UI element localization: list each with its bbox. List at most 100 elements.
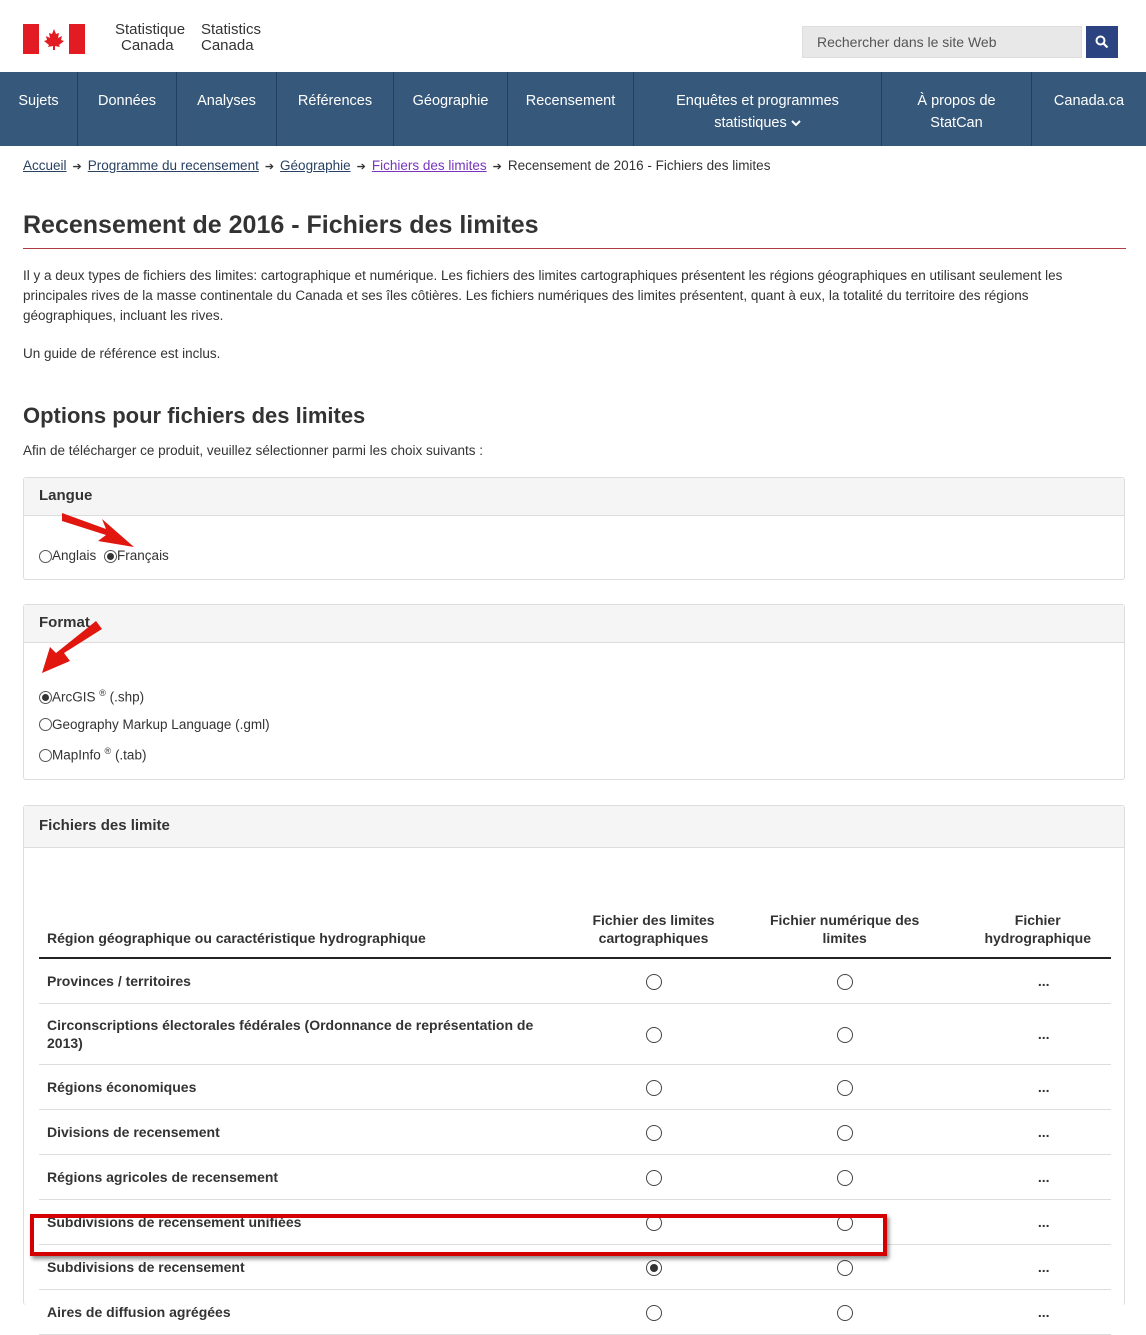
region-name: Divisions de recensement: [39, 1109, 563, 1155]
search-button[interactable]: [1086, 26, 1118, 58]
chevron-down-icon: [791, 120, 801, 127]
cell-carto: [562, 1003, 745, 1065]
nav-sublabel: statistiques: [714, 115, 787, 131]
region-name: Régions économiques: [39, 1064, 563, 1110]
flag-bar-left: [23, 24, 39, 54]
region-name: Circonscriptions électorales fédérales (…: [39, 1003, 563, 1065]
radio-carto-selected[interactable]: [645, 1259, 662, 1276]
radio-carto[interactable]: [645, 1169, 662, 1186]
table-row: Circonscriptions électorales fédérales (…: [39, 1003, 1111, 1065]
radio-button[interactable]: [39, 549, 52, 563]
format-extension: (.tab): [111, 747, 147, 762]
radio-numerique[interactable]: [836, 1026, 853, 1043]
hydro-unavailable: ...: [944, 1109, 1111, 1155]
nav-item-recensement[interactable]: Recensement: [508, 72, 634, 146]
canada-flag-logo[interactable]: [23, 24, 85, 54]
search-icon: [1095, 35, 1109, 49]
signature-en-line2: Canada: [201, 37, 254, 54]
nav-item-donnees[interactable]: Données: [78, 72, 177, 146]
nav-label: Géographie: [412, 93, 489, 109]
red-arrow-langue-icon: [62, 513, 134, 547]
nav-item-analyses[interactable]: Analyses: [177, 72, 277, 146]
hydro-unavailable: ...: [944, 1244, 1111, 1290]
main-menu: Sujets Données Analyses Références Géogr…: [0, 72, 1146, 146]
nav-item-a-propos[interactable]: À propos de StatCan: [882, 72, 1032, 146]
region-name: Régions agricoles de recensement: [39, 1154, 563, 1200]
nav-item-canada-ca[interactable]: Canada.ca: [1032, 72, 1146, 146]
table-row: Provinces / territoires...: [39, 958, 1111, 1004]
region-name: Aires de diffusion agrégées: [39, 1289, 563, 1335]
radio-numerique[interactable]: [836, 1124, 853, 1141]
nav-item-references[interactable]: Références: [277, 72, 394, 146]
nav-label: Analyses: [197, 93, 256, 109]
radio-numerique[interactable]: [836, 1304, 853, 1321]
table-row: Régions agricoles de recensement...: [39, 1154, 1111, 1200]
radio-label: ArcGIS: [52, 689, 96, 705]
radio-arcgis[interactable]: ArcGIS ® (.shp): [39, 680, 270, 711]
column-header-region: Région géographique ou caractéristique h…: [39, 910, 563, 959]
column-header-numerique: Fichier numérique des limites: [744, 910, 945, 959]
table-row: Régions économiques...: [39, 1064, 1111, 1110]
nav-label: Recensement: [525, 93, 616, 109]
cell-numerique: [744, 1064, 945, 1110]
format-options: ArcGIS ® (.shp) Geography Markup Languag…: [39, 680, 270, 768]
search-input[interactable]: Rechercher dans le site Web: [802, 26, 1082, 58]
breadcrumb-link-accueil[interactable]: Accueil: [23, 158, 67, 173]
arrow-right-icon: ➔: [492, 161, 502, 173]
highlight-box: [30, 1214, 887, 1256]
nav-label: Références: [297, 93, 373, 109]
breadcrumb-link-geographie[interactable]: Géographie: [280, 158, 351, 173]
cell-carto: [562, 1109, 745, 1155]
format-panel: Format ArcGIS ® (.shp) Geography Markup …: [23, 604, 1125, 780]
radio-numerique[interactable]: [836, 1259, 853, 1276]
signature-french[interactable]: Statistique Canada: [115, 22, 185, 54]
cell-carto: [562, 958, 745, 1004]
radio-button[interactable]: [39, 748, 52, 762]
nav-label: Sujets: [18, 93, 59, 109]
limits-table: Région géographique ou caractéristique h…: [39, 910, 1111, 1335]
cell-carto: [562, 1289, 745, 1335]
site-header: Statistique Canada Statistics Canada Rec…: [0, 0, 1146, 72]
radio-gml[interactable]: Geography Markup Language (.gml): [39, 711, 270, 738]
radio-numerique[interactable]: [836, 1169, 853, 1186]
radio-label: Geography Markup Language (.gml): [52, 716, 270, 732]
radio-numerique[interactable]: [836, 973, 853, 990]
radio-button-selected[interactable]: [39, 691, 52, 705]
cell-numerique: [744, 1109, 945, 1155]
radio-carto[interactable]: [645, 1124, 662, 1141]
fichiers-heading: Fichiers des limite: [24, 806, 1124, 848]
flag-bar-right: [69, 24, 85, 54]
cell-numerique: [744, 958, 945, 1004]
breadcrumb-link-fichiers[interactable]: Fichiers des limites: [372, 158, 487, 173]
nav-item-sujets[interactable]: Sujets: [0, 72, 78, 146]
nav-label: Canada.ca: [1053, 93, 1125, 109]
radio-carto[interactable]: [645, 1079, 662, 1096]
hydro-unavailable: ...: [944, 958, 1111, 1004]
radio-carto[interactable]: [645, 973, 662, 990]
hydro-unavailable: ...: [944, 1064, 1111, 1110]
column-header-hydro: Fichier hydrographique: [944, 910, 1111, 959]
radio-carto[interactable]: [645, 1304, 662, 1321]
signature-en-line1: Statistics: [201, 21, 262, 38]
signature-english[interactable]: Statistics Canada: [201, 22, 261, 54]
hydro-unavailable: ...: [944, 1003, 1111, 1065]
radio-numerique[interactable]: [836, 1079, 853, 1096]
radio-carto[interactable]: [645, 1026, 662, 1043]
red-arrow-format-icon: [42, 621, 102, 673]
table-row: Divisions de recensement...: [39, 1109, 1111, 1155]
nav-item-enquetes[interactable]: Enquêtes et programmes statistiques: [634, 72, 882, 146]
breadcrumb-link-programme[interactable]: Programme du recensement: [88, 158, 259, 173]
radio-mapinfo[interactable]: MapInfo ® (.tab): [39, 738, 270, 769]
maple-leaf-icon: [39, 24, 69, 54]
cell-numerique: [744, 1003, 945, 1065]
nav-label: Données: [97, 93, 157, 109]
arrow-right-icon: ➔: [264, 161, 275, 173]
radio-button[interactable]: [39, 718, 52, 732]
breadcrumb: Accueil ➔ Programme du recensement ➔ Géograp…: [23, 158, 770, 173]
nav-item-geographie[interactable]: Géographie: [394, 72, 508, 146]
guide-note: Un guide de référence est inclus.: [23, 346, 221, 361]
instructions-text: Afin de télécharger ce produit, veuillez…: [23, 443, 483, 458]
format-heading: Format: [24, 605, 1124, 643]
cell-carto: [562, 1154, 745, 1200]
signature-fr-line2: Canada: [121, 37, 174, 54]
